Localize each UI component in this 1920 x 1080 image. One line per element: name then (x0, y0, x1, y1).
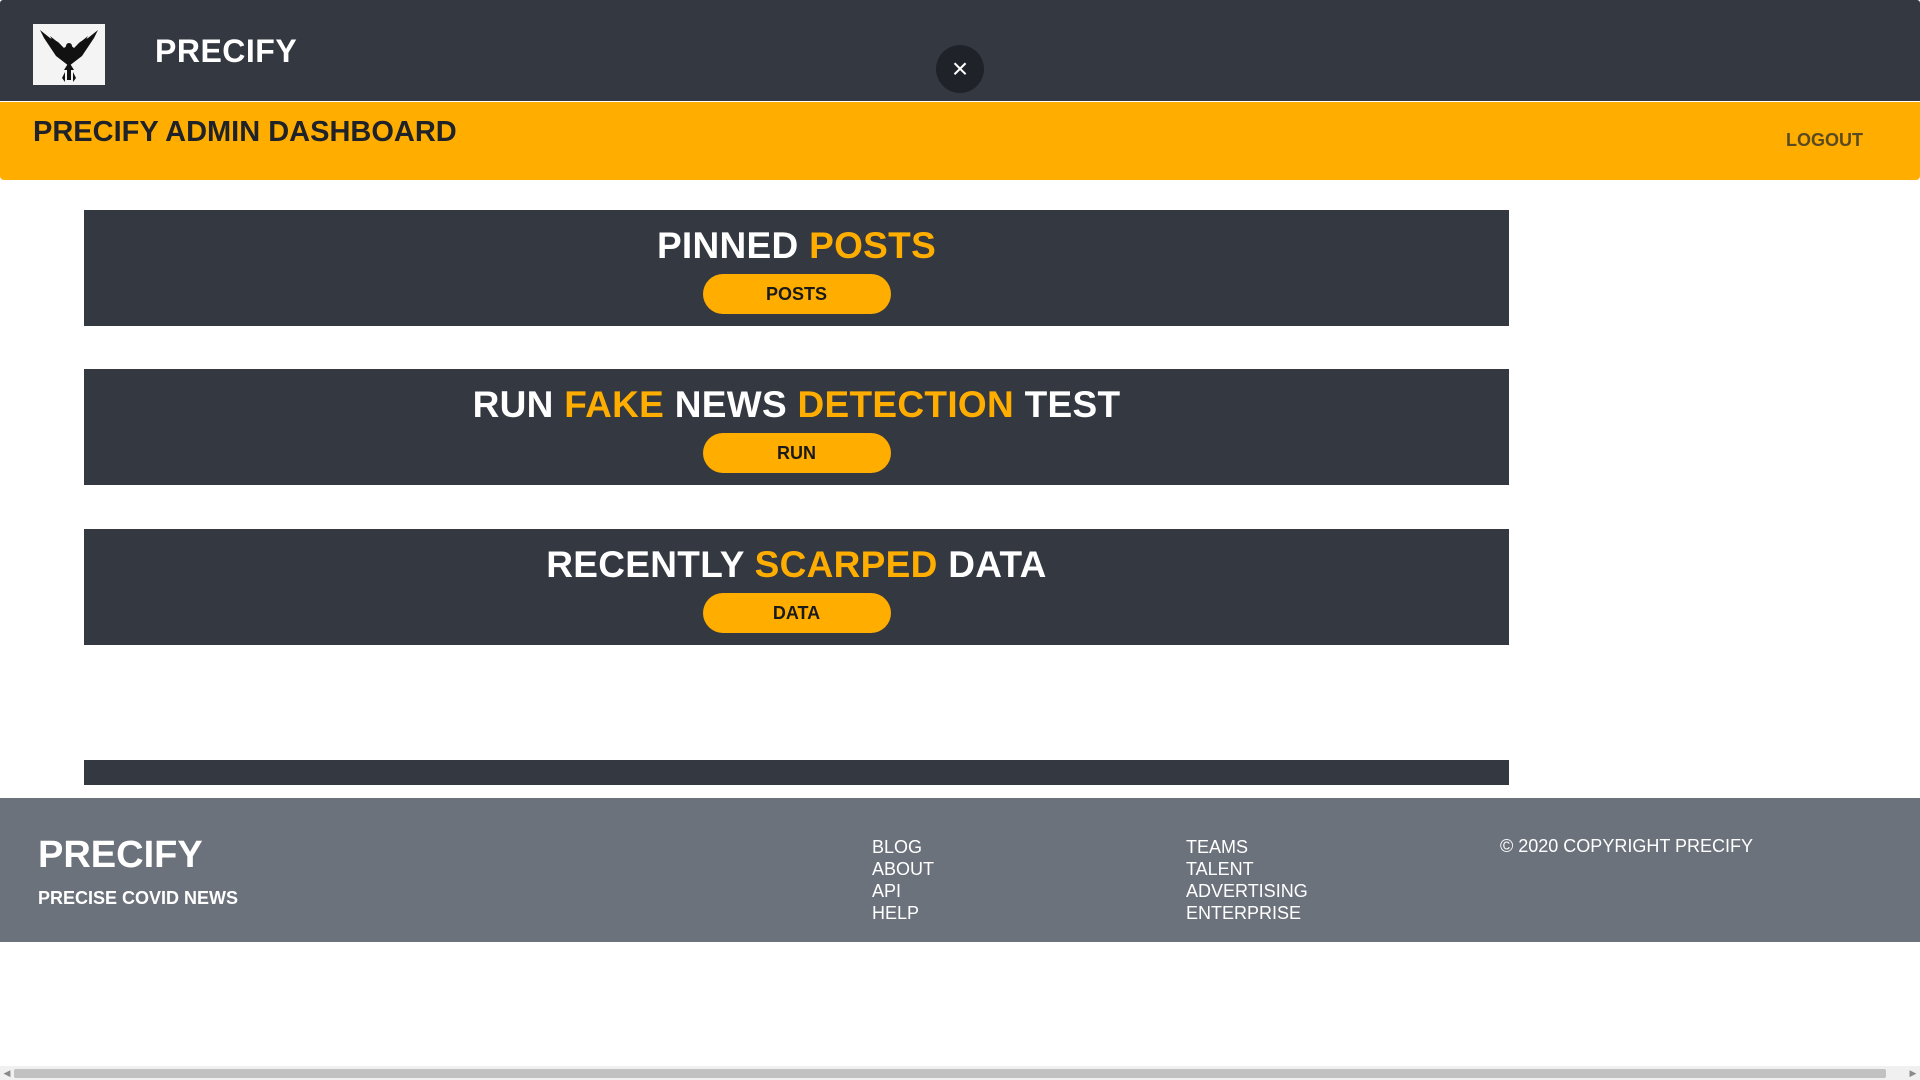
panel-title-part: PINNED (656, 225, 810, 266)
posts-button[interactable]: POSTS (702, 274, 891, 314)
panel-title-part: RECENTLY (546, 544, 755, 585)
panel-title-accent: SCARPED (754, 544, 938, 585)
footer-link-teams[interactable]: TEAMS (1186, 836, 1308, 858)
panel-title-accent: POSTS (809, 225, 937, 266)
close-icon[interactable]: × (936, 45, 984, 93)
panel-title: RUN FAKE NEWS DETECTION TEST (84, 383, 1509, 427)
horizontal-scrollbar[interactable]: ◀ ▶ (0, 1066, 1920, 1080)
panel-title: PINNED POSTS (84, 224, 1509, 268)
footer-links-col1: BLOG ABOUT API HELP (872, 836, 934, 924)
panel-title-part: NEWS (664, 384, 798, 425)
footer: PRECIFY PRECISE COVID NEWS BLOG ABOUT AP… (0, 798, 1920, 942)
panel-title-accent: FAKE (564, 384, 665, 425)
top-navbar: PRECIFY × (0, 0, 1920, 101)
panel-title-part: TEST (1014, 384, 1121, 425)
copyright-text: © 2020 COPYRIGHT PRECIFY (1500, 836, 1754, 856)
footer-brand: PRECIFY (38, 834, 203, 876)
fake-news-detection-panel: RUN FAKE NEWS DETECTION TEST RUN (84, 369, 1509, 485)
panel-title-part: DATA (937, 544, 1047, 585)
scroll-left-icon[interactable]: ◀ (0, 1066, 14, 1080)
panel-title-part: RUN (472, 384, 565, 425)
pinned-posts-panel: PINNED POSTS POSTS (84, 210, 1509, 326)
dashboard-header: PRECIFY ADMIN DASHBOARD LOGOUT (0, 102, 1920, 180)
data-button[interactable]: DATA (702, 593, 891, 633)
footer-link-help[interactable]: HELP (872, 902, 934, 924)
panel-title-accent: DETECTION (797, 384, 1015, 425)
logout-button[interactable]: LOGOUT (1786, 130, 1863, 151)
footer-link-blog[interactable]: BLOG (872, 836, 934, 858)
scrollbar-thumb[interactable] (14, 1069, 1886, 1078)
footer-link-advertising[interactable]: ADVERTISING (1186, 880, 1308, 902)
footer-tagline: PRECISE COVID NEWS (38, 888, 239, 908)
eagle-logo-icon[interactable] (33, 24, 105, 85)
panel-stub (84, 760, 1509, 785)
footer-link-about[interactable]: ABOUT (872, 858, 934, 880)
panel-title: RECENTLY SCARPED DATA (84, 543, 1509, 587)
footer-link-enterprise[interactable]: ENTERPRISE (1186, 902, 1308, 924)
page-title: PRECIFY ADMIN DASHBOARD (33, 116, 457, 148)
footer-link-talent[interactable]: TALENT (1186, 858, 1308, 880)
brand-name[interactable]: PRECIFY (155, 33, 297, 70)
run-button[interactable]: RUN (702, 433, 891, 473)
footer-link-api[interactable]: API (872, 880, 934, 902)
footer-links-col2: TEAMS TALENT ADVERTISING ENTERPRISE (1186, 836, 1308, 924)
scroll-right-icon[interactable]: ▶ (1906, 1066, 1920, 1080)
recently-scraped-data-panel: RECENTLY SCARPED DATA DATA (84, 529, 1509, 645)
